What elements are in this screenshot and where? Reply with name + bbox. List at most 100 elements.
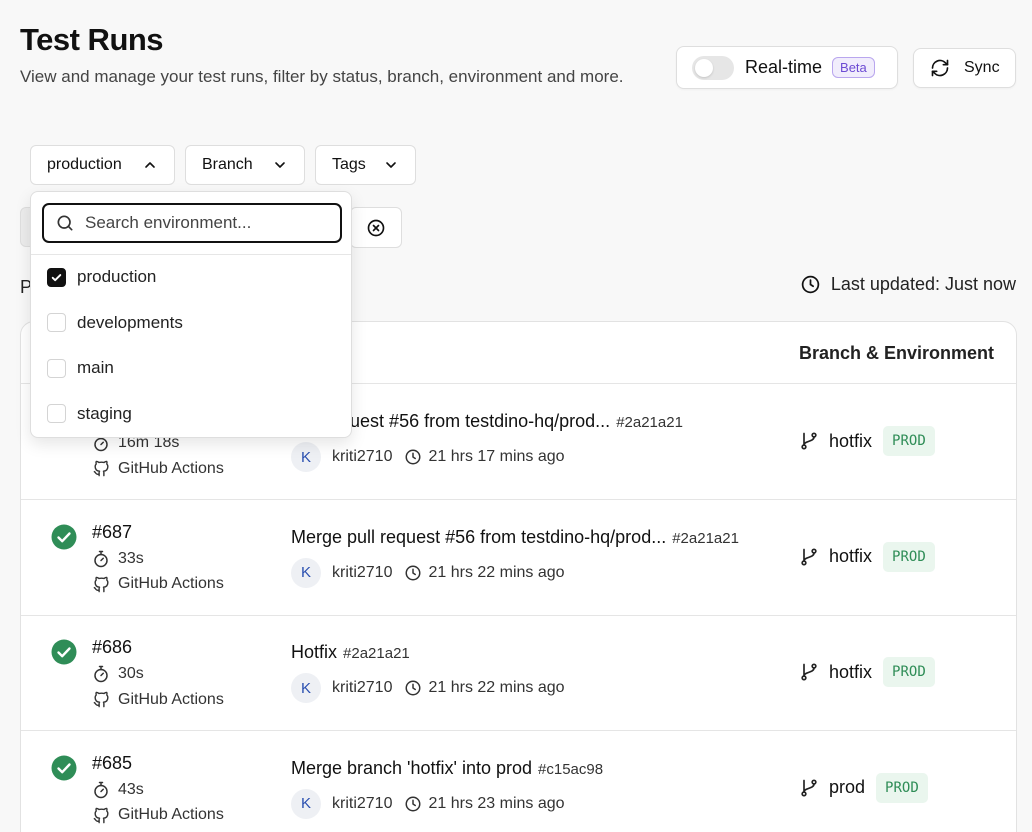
realtime-toggle-button[interactable]: Real-time Beta: [676, 46, 898, 89]
ci-provider: GitHub Actions: [92, 806, 224, 825]
branch-name[interactable]: hotfix: [829, 546, 872, 567]
x-circle-icon: [366, 218, 386, 238]
commit-time: 21 hrs 22 mins ago: [428, 563, 565, 581]
commit-meta: K kriti2710 21 hrs 22 mins ago: [291, 557, 565, 588]
commit-message[interactable]: Merge pull request #56 from testdino-hq/…: [291, 527, 666, 548]
option-label: staging: [77, 403, 132, 423]
commit-hash[interactable]: #2a21a21: [672, 530, 739, 547]
git-branch-icon: [801, 432, 817, 450]
commit-info: Merge branch 'hotfix' into prod #c15ac98: [291, 758, 603, 779]
checkmark-icon: [51, 273, 62, 281]
ci-provider-text: GitHub Actions: [118, 806, 224, 823]
table-row[interactable]: #686 30s GitHub Actions Hotfix #2a21a21 …: [21, 615, 1016, 731]
clock-icon: [404, 564, 422, 582]
commit-time: 21 hrs 22 mins ago: [428, 679, 565, 696]
author-name: kriti2710: [332, 563, 393, 581]
beta-badge: Beta: [832, 57, 875, 78]
run-duration: 30s: [92, 665, 144, 683]
clear-filters-button[interactable]: [350, 207, 402, 248]
option-checkbox[interactable]: [47, 404, 66, 423]
environment-badge: PROD: [883, 541, 935, 572]
run-duration-text: 30s: [118, 665, 144, 682]
page-subtitle: View and manage your test runs, filter b…: [20, 67, 624, 86]
sync-label: Sync: [964, 59, 1000, 76]
option-checkbox[interactable]: [47, 358, 66, 378]
last-updated: Last updated: Just now: [800, 274, 1016, 295]
commit-hash[interactable]: #c15ac98: [538, 761, 603, 778]
table-row[interactable]: #687 33s GitHub Actions Merge pull reque…: [21, 500, 1016, 616]
stopwatch-icon: [94, 550, 108, 567]
chevron-down-icon: [383, 157, 399, 173]
realtime-toggle-switch[interactable]: [692, 55, 734, 80]
option-checkbox[interactable]: [47, 313, 66, 332]
environment-option[interactable]: staging: [47, 404, 132, 424]
github-icon: [93, 576, 109, 592]
commit-hash[interactable]: #2a21a21: [616, 414, 683, 431]
check-circle-icon: [51, 639, 77, 665]
run-duration: 43s: [92, 781, 144, 799]
clock-icon: [800, 274, 831, 295]
github-icon: [93, 691, 109, 708]
avatar: K: [291, 788, 321, 819]
chevron-up-icon: [142, 157, 158, 173]
commit-meta: K kriti2710 21 hrs 17 mins ago: [291, 442, 565, 472]
option-label: main: [77, 358, 114, 377]
environment-option[interactable]: main: [47, 358, 114, 378]
run-duration-text: 33s: [118, 549, 144, 567]
search-icon: [55, 213, 75, 233]
run-id[interactable]: #686: [92, 637, 132, 658]
run-duration-text: 43s: [118, 780, 144, 798]
branch-environment: prod PROD: [799, 772, 928, 803]
last-updated-text: Last updated: Just now: [830, 274, 1016, 294]
realtime-label: Real-time: [745, 57, 823, 77]
option-label: production: [77, 267, 157, 286]
run-id[interactable]: #687: [92, 522, 132, 543]
commit-message[interactable]: Merge branch 'hotfix' into prod: [291, 758, 532, 779]
ci-provider-text: GitHub Actions: [118, 575, 224, 592]
environment-option[interactable]: developments: [47, 313, 183, 333]
avatar: K: [291, 673, 321, 703]
author-name: kriti2710: [332, 679, 393, 696]
branch-filter[interactable]: Branch: [185, 145, 305, 185]
github-icon: [93, 460, 109, 477]
run-id[interactable]: #685: [92, 753, 132, 774]
environment-filter[interactable]: production: [30, 145, 175, 185]
commit-hash[interactable]: #2a21a21: [343, 645, 410, 662]
environment-badge: PROD: [876, 772, 928, 803]
avatar: K: [291, 442, 321, 472]
ci-provider-text: GitHub Actions: [118, 459, 224, 477]
git-branch-icon: [801, 778, 817, 796]
environment-dropdown: production developments main staging: [30, 191, 352, 438]
author-name: kriti2710: [332, 794, 393, 812]
table-row[interactable]: #685 43s GitHub Actions Merge branch 'ho…: [21, 731, 1016, 832]
branch-environment: hotfix PROD: [799, 541, 935, 572]
avatar: K: [291, 557, 321, 588]
sync-button[interactable]: Sync: [913, 48, 1016, 88]
environment-option[interactable]: production: [47, 267, 156, 287]
github-icon: [93, 807, 109, 823]
environment-search[interactable]: [42, 203, 342, 243]
branch-name[interactable]: prod: [829, 777, 865, 798]
check-circle-icon: [51, 755, 77, 780]
tags-filter[interactable]: Tags: [315, 145, 416, 185]
clock-icon: [404, 679, 422, 697]
author-name: kriti2710: [332, 448, 393, 465]
branch-name[interactable]: hotfix: [829, 431, 872, 452]
ci-provider: GitHub Actions: [92, 459, 224, 478]
stopwatch-icon: [94, 781, 108, 798]
dropdown-divider: [31, 254, 351, 255]
page-title: Test Runs: [20, 22, 164, 57]
branch-name[interactable]: hotfix: [829, 662, 872, 683]
refresh-icon: [930, 58, 950, 78]
environment-search-input[interactable]: [85, 213, 325, 233]
commit-info: Merge pull request #56 from testdino-hq/…: [291, 527, 739, 548]
commit-time: 21 hrs 23 mins ago: [428, 794, 565, 812]
commit-info: Hotfix #2a21a21: [291, 642, 410, 663]
option-checkbox[interactable]: [47, 267, 66, 287]
commit-message[interactable]: Hotfix: [291, 642, 337, 663]
check-circle-icon: [51, 524, 77, 549]
ci-provider: GitHub Actions: [92, 575, 224, 594]
run-duration: 33s: [92, 550, 144, 568]
column-header-branch-environment: Branch & Environment: [799, 343, 995, 363]
environment-badge: PROD: [883, 657, 935, 687]
